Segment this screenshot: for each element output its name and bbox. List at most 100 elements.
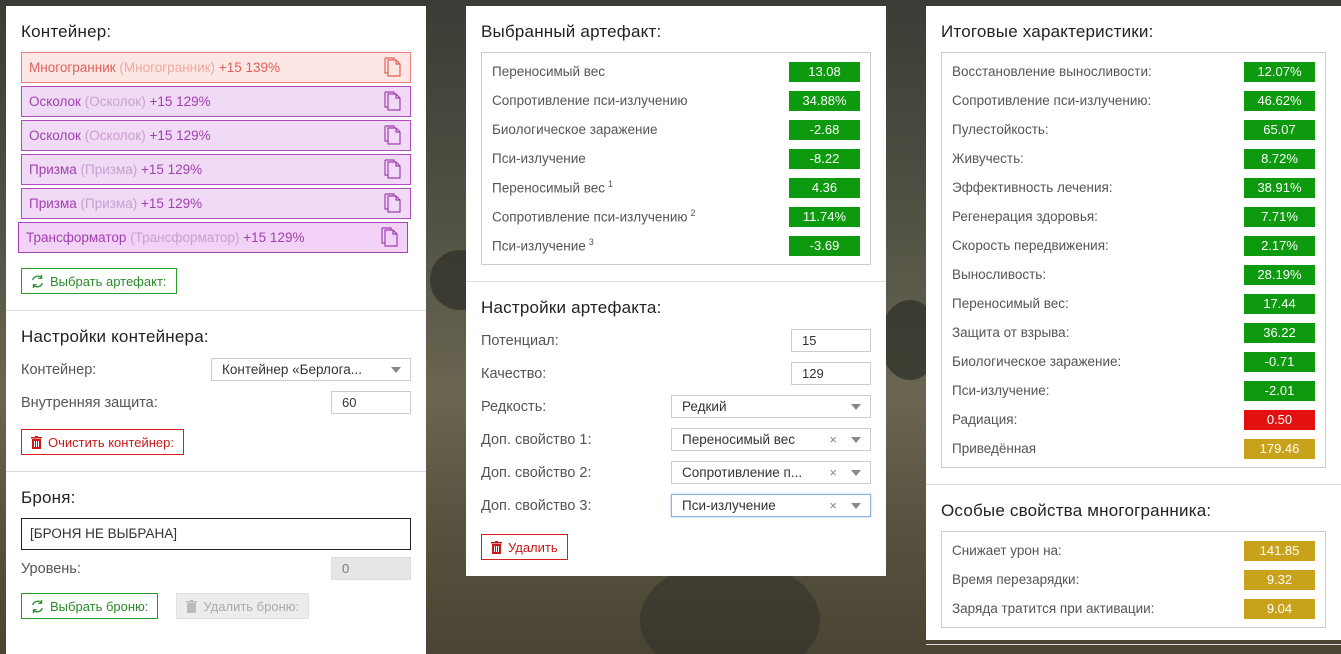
stat-label-text: Пси-излучение xyxy=(492,151,586,166)
stat-row: Выносливость: 28.19% xyxy=(952,260,1315,289)
clear-icon[interactable]: × xyxy=(829,495,837,516)
stat-row: Сопротивление пси-излучению: 46.62% xyxy=(952,86,1315,115)
clear-container-button[interactable]: Очистить контейнер: xyxy=(21,429,184,455)
stat-label: Восстановление выносливости: xyxy=(952,64,1152,79)
prop3-select[interactable]: Пси-излучение × xyxy=(671,494,871,517)
stat-row: Сопротивление пси-излучению 34.88% xyxy=(492,86,860,115)
prop2-select-value: Сопротивление п... xyxy=(682,465,803,480)
container-item[interactable]: Призма (Призма) +15 129% xyxy=(21,188,411,219)
stat-label: Снижает урон на: xyxy=(952,543,1062,558)
stat-row: Биологическое заражение: -0.71 xyxy=(952,347,1315,376)
stat-label: Скорость передвижения: xyxy=(952,238,1109,253)
stat-row: Живучесть: 8.72% xyxy=(952,144,1315,173)
stat-row: Снижает урон на: 141.85 xyxy=(952,536,1315,565)
prop1-select[interactable]: Переносимый вес × xyxy=(671,428,871,451)
stat-value: 7.71% xyxy=(1244,206,1315,227)
container-item-subname: (Призма) xyxy=(80,162,138,177)
stat-label: Переносимый вес 1 xyxy=(492,179,613,196)
document-icon xyxy=(384,159,401,179)
stat-label: Переносимый вес: xyxy=(952,296,1069,311)
stat-label-text: Пулестойкость: xyxy=(952,122,1049,137)
stat-value: 38.91% xyxy=(1244,177,1315,198)
stat-label-text: Приведённая xyxy=(952,441,1037,456)
stat-label: Переносимый вес xyxy=(492,64,605,79)
container-item[interactable]: Осколок (Осколок) +15 129% xyxy=(21,86,411,117)
stat-label: Сопротивление пси-излучению: xyxy=(952,93,1151,108)
container-item-level: +15 129% xyxy=(141,196,203,211)
stat-row: Заряда тратится при активации: 9.04 xyxy=(952,594,1315,623)
document-icon xyxy=(384,91,401,111)
stat-label: Биологическое заражение xyxy=(492,122,658,137)
container-item-name: Многогранник xyxy=(29,60,116,75)
stat-label-text: Восстановление выносливости: xyxy=(952,64,1152,79)
stat-row: Пси-излучение 3 -3.69 xyxy=(492,231,860,260)
potential-input[interactable]: 15 xyxy=(791,329,871,352)
armor-field[interactable]: [БРОНЯ НЕ ВЫБРАНА] xyxy=(21,518,411,550)
stat-row: Сопротивление пси-излучению 2 11.74% xyxy=(492,202,860,231)
select-armor-button[interactable]: Выбрать броню: xyxy=(21,593,159,619)
container-item[interactable]: Многогранник (Многогранник) +15 139% xyxy=(21,52,411,83)
armor-level-input[interactable]: 0 xyxy=(331,557,411,580)
stat-label-text: Пси-излучение: xyxy=(952,383,1050,398)
inner-protection-input[interactable]: 60 xyxy=(331,391,411,414)
stat-value: 9.32 xyxy=(1244,569,1315,590)
totals-stats: Восстановление выносливости: 12.07% Сопрот… xyxy=(941,52,1326,468)
stat-label-text: Время перезарядки: xyxy=(952,572,1080,587)
container-settings-title: Настройки контейнера: xyxy=(21,327,209,346)
prop2-select[interactable]: Сопротивление п... × xyxy=(671,461,871,484)
trash-icon xyxy=(491,540,502,554)
container-select[interactable]: Контейнер «Берлога... xyxy=(211,358,411,381)
container-item-subname: (Осколок) xyxy=(84,94,146,109)
trash-icon xyxy=(31,435,42,449)
totals-title: Итоговые характеристики: xyxy=(941,22,1154,41)
stat-footnote: 3 xyxy=(588,237,594,248)
stat-row: Пулестойкость: 65.07 xyxy=(952,115,1315,144)
clear-icon[interactable]: × xyxy=(829,462,837,483)
stat-value: 141.85 xyxy=(1244,540,1315,561)
stat-row: Переносимый вес 13.08 xyxy=(492,57,860,86)
container-item-subname: (Осколок) xyxy=(84,128,146,143)
trash-icon xyxy=(186,599,198,613)
clear-icon[interactable]: × xyxy=(829,429,837,450)
container-item[interactable]: Осколок (Осколок) +15 129% xyxy=(21,120,411,151)
container-item-subname: (Многогранник) xyxy=(119,60,216,75)
stat-label-text: Радиация: xyxy=(952,412,1018,427)
document-icon xyxy=(381,227,398,247)
delete-armor-button[interactable]: Удалить броню: xyxy=(176,593,310,619)
stat-label-text: Живучесть: xyxy=(952,151,1024,166)
prop2-label: Доп. свойство 2: xyxy=(481,464,592,481)
prop1-label: Доп. свойство 1: xyxy=(481,431,592,448)
stat-label-text: Биологическое заражение xyxy=(492,122,658,137)
stat-label-text: Регенерация здоровья: xyxy=(952,209,1098,224)
rarity-select[interactable]: Редкий xyxy=(671,395,871,418)
left-panel: Контейнер: Многогранник (Многогранник) +… xyxy=(6,6,426,654)
stat-value: -2.68 xyxy=(789,119,860,140)
stat-label-text: Выносливость: xyxy=(952,267,1047,282)
stat-label-text: Сопротивление пси-излучению: xyxy=(952,93,1152,108)
quality-input[interactable]: 129 xyxy=(791,362,871,385)
stat-label: Заряда тратится при активации: xyxy=(952,601,1154,616)
stat-label-text: Сопротивление пси-излучению xyxy=(492,93,688,108)
stat-label: Защита от взрыва: xyxy=(952,325,1069,340)
container-item[interactable]: Трансформатор (Трансформатор) +15 129% xyxy=(18,222,408,253)
select-artifact-button[interactable]: Выбрать артефакт: xyxy=(21,268,177,294)
stat-value: 11.74% xyxy=(789,206,860,227)
container-label: Контейнер: xyxy=(21,361,97,378)
inner-protection-label: Внутренняя защита: xyxy=(21,394,158,411)
selected-artifact-title: Выбранный артефакт: xyxy=(481,22,662,41)
special-title: Особые свойства многогранника: xyxy=(941,501,1212,520)
stat-value: 179.46 xyxy=(1244,438,1315,459)
stat-label-text: Заряда тратится при активации: xyxy=(952,601,1155,616)
stat-value: 2.17% xyxy=(1244,235,1315,256)
container-item-subname: (Призма) xyxy=(80,196,138,211)
stat-value: -2.01 xyxy=(1244,380,1315,401)
stat-value: 8.72% xyxy=(1244,148,1315,169)
container-select-value: Контейнер «Берлога... xyxy=(222,362,362,377)
delete-artifact-button[interactable]: Удалить xyxy=(481,534,568,560)
container-item[interactable]: Призма (Призма) +15 129% xyxy=(21,154,411,185)
armor-title: Броня: xyxy=(21,488,76,507)
stat-label: Сопротивление пси-излучению 2 xyxy=(492,208,696,225)
container-item-name: Призма xyxy=(29,196,77,211)
stat-row: Пси-излучение: -2.01 xyxy=(952,376,1315,405)
quality-label: Качество: xyxy=(481,365,547,382)
